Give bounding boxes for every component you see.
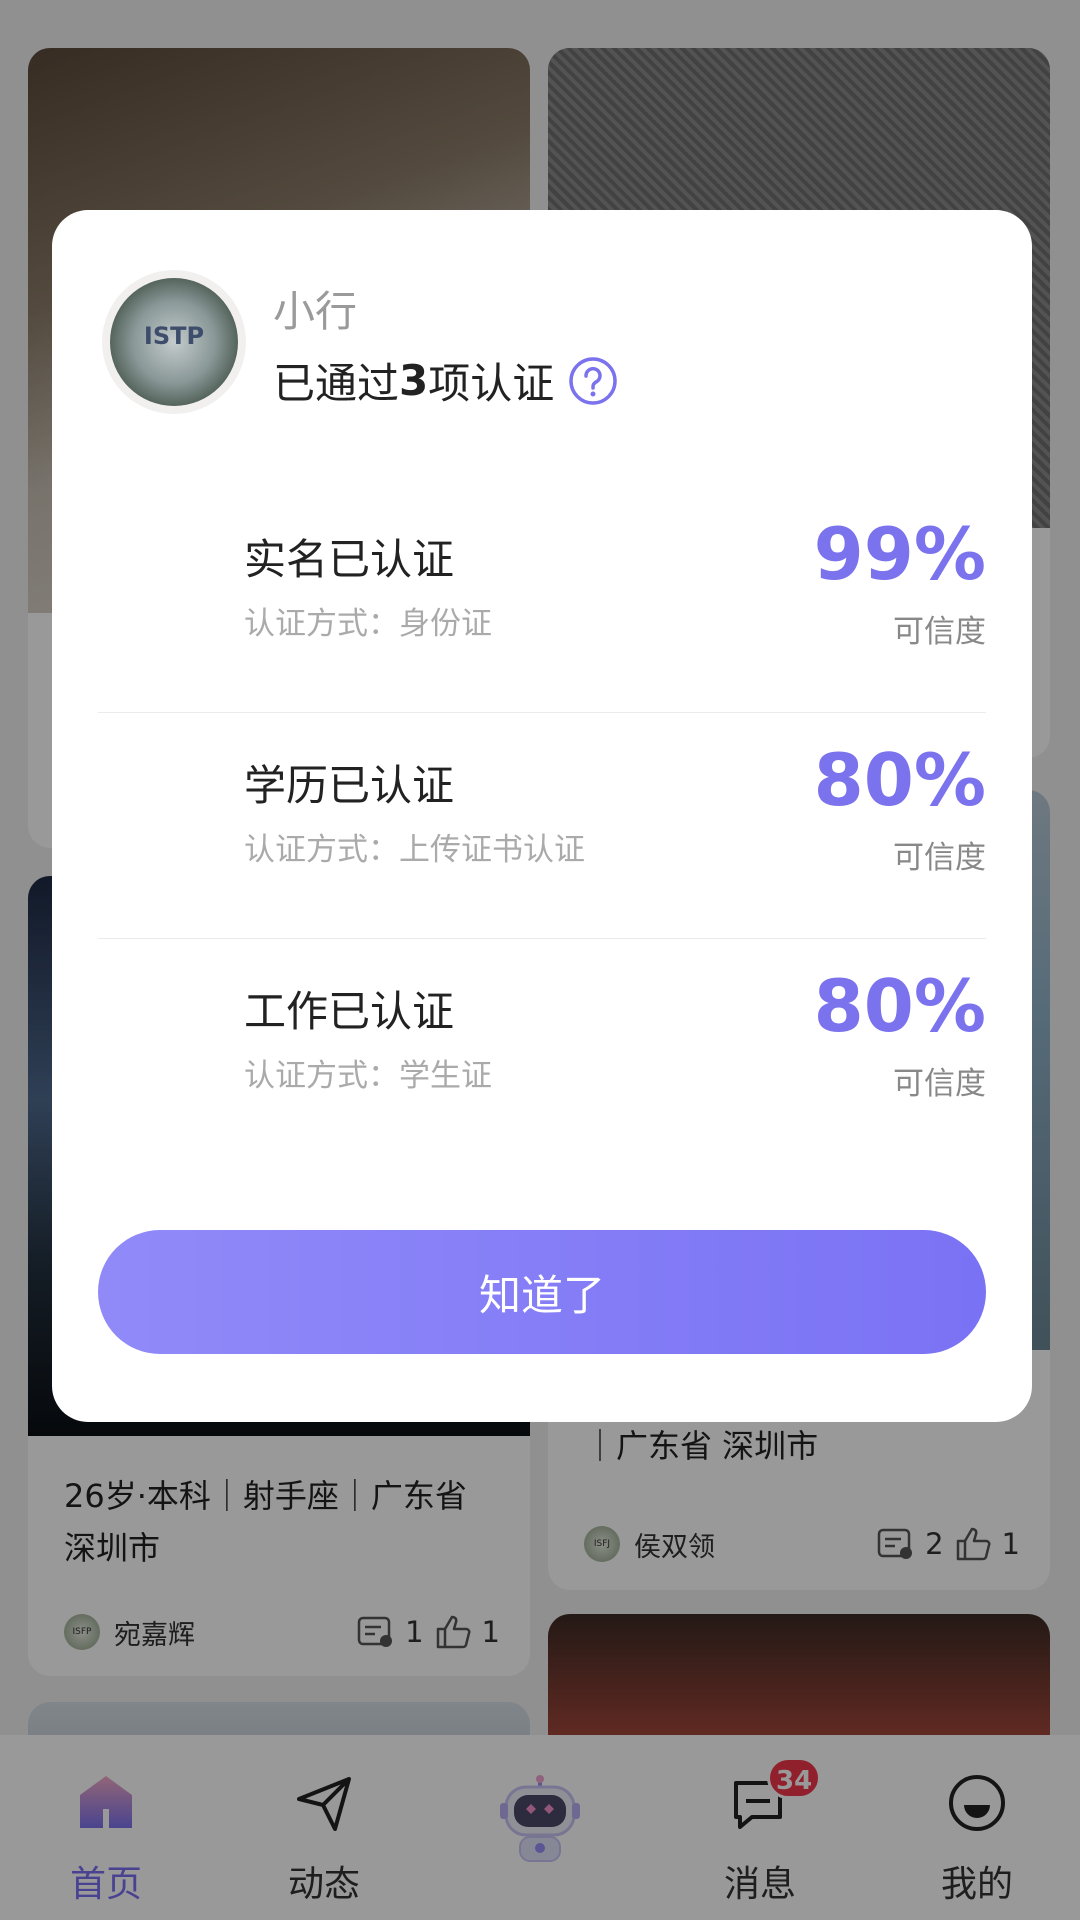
- certification-title: 工作已认证: [244, 987, 455, 1036]
- certification-method: 认证方式：身份证: [244, 606, 492, 642]
- help-icon[interactable]: [568, 356, 618, 406]
- username: 小行: [273, 287, 358, 336]
- credibility-caption: 可信度: [893, 840, 986, 876]
- certification-method: 认证方式：上传证书认证: [244, 832, 585, 868]
- summary-prefix: 已通过: [273, 359, 400, 408]
- certification-item-realname: 实名已认证 认证方式：身份证 99% 可信度: [98, 460, 986, 686]
- certification-item-education: 学历已认证 认证方式：上传证书认证 80% 可信度: [98, 686, 986, 912]
- summary-suffix: 项认证: [428, 359, 555, 408]
- certification-item-work: 工作已认证 认证方式：学生证 80% 可信度: [98, 912, 986, 1138]
- credibility-caption: 可信度: [893, 1066, 986, 1102]
- credibility-percent: 99%: [813, 512, 986, 596]
- credibility-percent: 80%: [813, 964, 986, 1048]
- avatar-mbti-label: ISTP: [143, 322, 205, 350]
- certification-summary: 已通过 3 项认证: [273, 350, 618, 411]
- credibility-caption: 可信度: [893, 614, 986, 650]
- summary-count: 3: [399, 356, 429, 405]
- certification-method: 认证方式：学生证: [244, 1058, 492, 1094]
- got-it-button[interactable]: 知道了: [98, 1230, 986, 1354]
- credibility-percent: 80%: [813, 738, 986, 822]
- certification-title: 学历已认证: [244, 761, 455, 810]
- user-avatar: ISTP: [110, 278, 238, 406]
- certification-dialog: ISTP 小行 已通过 3 项认证 实名已认证 认证方式：身份证 99% 可信度…: [52, 210, 1032, 1422]
- certification-title: 实名已认证: [244, 535, 455, 584]
